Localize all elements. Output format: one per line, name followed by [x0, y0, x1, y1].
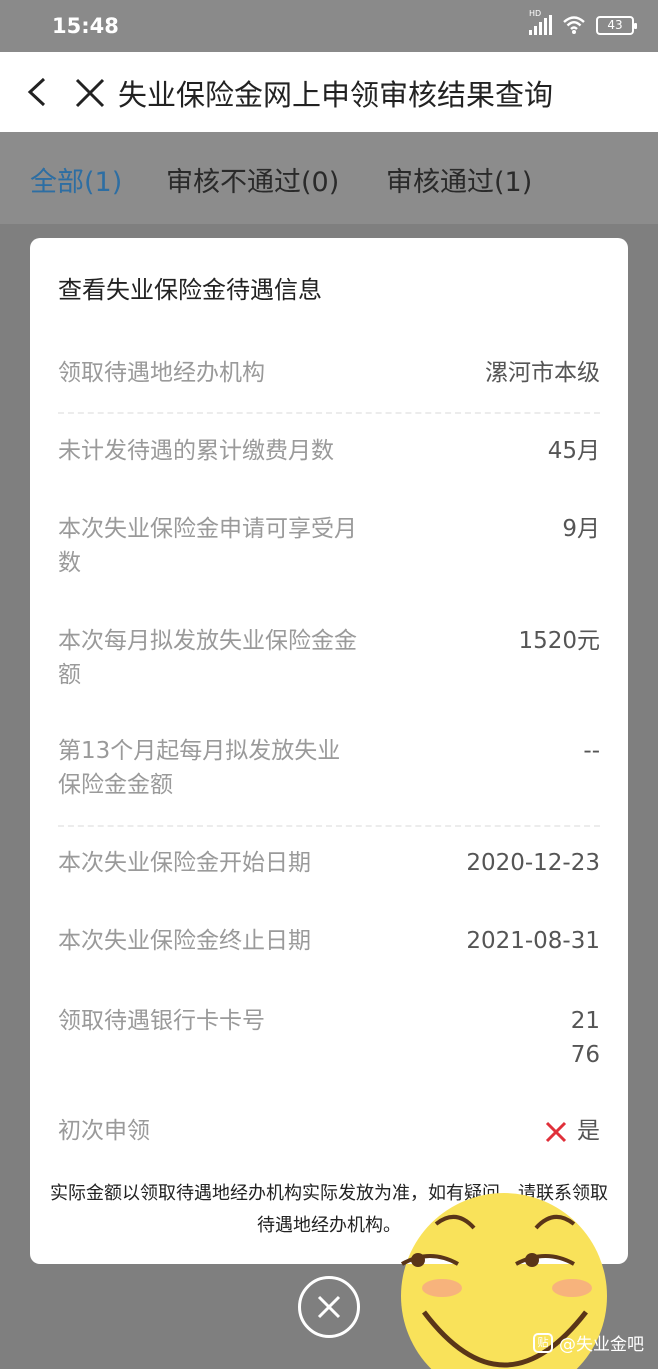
row-label: 本次失业保险金申请可享受月数 [58, 516, 357, 576]
row-label: 初次申领 [58, 1118, 150, 1144]
row-value: 漯河市本级 [485, 360, 600, 386]
row-value: 是 [577, 1118, 600, 1144]
row-value: 9月 [562, 516, 600, 542]
row-label: 领取待遇银行卡卡号 [58, 1008, 265, 1034]
tab-approved[interactable]: 审核通过(1) [386, 160, 532, 199]
row-label: 本次每月拟发放失业保险金金额 [58, 628, 357, 688]
watermark: 贴 @失业金吧 [533, 1330, 644, 1355]
modal-close-button[interactable] [298, 1276, 360, 1338]
benefit-info-modal: 查看失业保险金待遇信息 领取待遇地经办机构 漯河市本级 未计发待遇的累计缴费月数… [30, 238, 628, 1369]
divider [58, 412, 600, 414]
red-cross-mark-icon [545, 1121, 567, 1143]
close-icon[interactable] [74, 77, 106, 109]
tab-bar: 全部(1) 审核不通过(0) 审核通过(1) [0, 132, 658, 224]
network-badge: HD [529, 9, 542, 18]
modal-title: 查看失业保险金待遇信息 [58, 276, 322, 304]
tieba-logo-icon: 贴 [533, 1332, 553, 1353]
row-label: 未计发待遇的累计缴费月数 [58, 438, 334, 464]
row-value: 45月 [547, 438, 600, 464]
battery-level: 43 [607, 17, 623, 32]
status-icons: HD 43 [529, 9, 637, 35]
status-time: 15:48 [52, 14, 119, 38]
watermark-text: @失业金吧 [559, 1335, 644, 1355]
app-header: 失业保险金网上申领审核结果查询 [0, 52, 658, 132]
row-value: 2020-12-23 [466, 850, 600, 876]
close-circle-icon [317, 1295, 341, 1319]
row-label: 领取待遇地经办机构 [58, 360, 265, 386]
status-bar: 15:48 HD 43 [0, 0, 658, 52]
row-value: 1520元 [518, 628, 600, 654]
battery-icon: 43 [596, 15, 637, 35]
row-value: 2021-08-31 [466, 928, 600, 954]
row-value: -- [583, 738, 600, 764]
divider [58, 825, 600, 827]
bank-card-line1: 21 [570, 1008, 600, 1034]
back-arrow-icon[interactable] [22, 76, 52, 108]
signal-icon: HD [529, 9, 552, 35]
wifi-icon [563, 16, 585, 34]
bank-card-line2: 76 [570, 1042, 600, 1068]
tab-all[interactable]: 全部(1) [30, 160, 122, 199]
row-label: 本次失业保险金开始日期 [58, 850, 311, 876]
row-label: 第13个月起每月拟发放失业保险金金额 [58, 738, 341, 798]
page-title: 失业保险金网上申领审核结果查询 [118, 78, 554, 112]
tab-rejected[interactable]: 审核不通过(0) [166, 160, 339, 199]
row-label: 本次失业保险金终止日期 [58, 928, 311, 954]
